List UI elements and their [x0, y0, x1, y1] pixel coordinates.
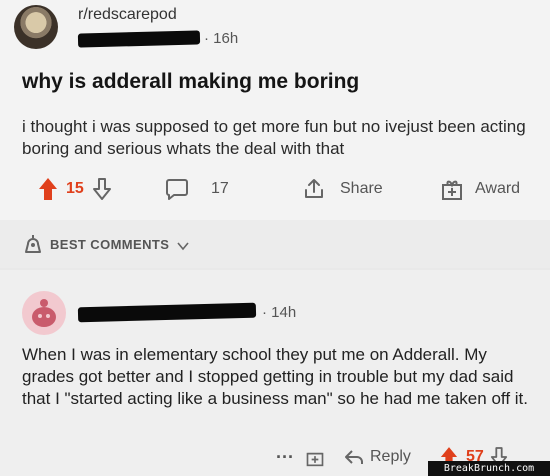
sort-label: BEST COMMENTS [50, 237, 170, 252]
watermark: BreakBrunch.com [428, 461, 550, 476]
comment-award-button[interactable] [305, 444, 325, 470]
more-options-button[interactable]: ··· [276, 444, 294, 470]
comment-time-value: 14h [271, 304, 297, 321]
share-label: Share [340, 180, 383, 197]
award-label: Award [475, 180, 521, 197]
upvote-arrow-icon[interactable] [38, 177, 58, 201]
post-body: i thought i was supposed to get more fun… [22, 117, 526, 158]
subreddit-name[interactable]: r/redscarepod [78, 6, 177, 24]
reply-button[interactable]: Reply [344, 444, 411, 470]
award-action[interactable]: Award [440, 175, 520, 203]
post-time-value: 16h [213, 30, 239, 47]
subreddit-avatar[interactable] [14, 5, 58, 49]
sort-dropdown[interactable]: BEST COMMENTS [50, 237, 189, 252]
comment-count: 17 [211, 180, 229, 197]
reply-arrow-icon [344, 448, 364, 466]
more-options-label: ··· [276, 446, 294, 467]
commenter-avatar[interactable] [22, 291, 66, 335]
comment-bubble-icon [165, 177, 189, 201]
gift-award-icon [305, 447, 325, 467]
gift-award-icon [440, 177, 464, 201]
vote-group: 15 [38, 175, 112, 203]
downvote-arrow-icon[interactable] [92, 177, 112, 201]
trophy-sort-icon[interactable] [22, 232, 44, 254]
snoo-avatar-icon [32, 299, 56, 327]
comment-body: When I was in elementary school they put… [22, 345, 528, 408]
comments-action[interactable]: 17 [165, 175, 229, 203]
share-action[interactable]: Share [302, 175, 383, 203]
post-upvote-count: 15 [66, 180, 84, 197]
share-icon [302, 177, 326, 201]
post-time: · 16h [204, 30, 239, 47]
reply-label: Reply [370, 448, 411, 465]
post-title[interactable]: why is adderall making me boring [22, 70, 359, 94]
chevron-down-icon [177, 241, 189, 251]
comment-time: · 14h [262, 304, 297, 321]
